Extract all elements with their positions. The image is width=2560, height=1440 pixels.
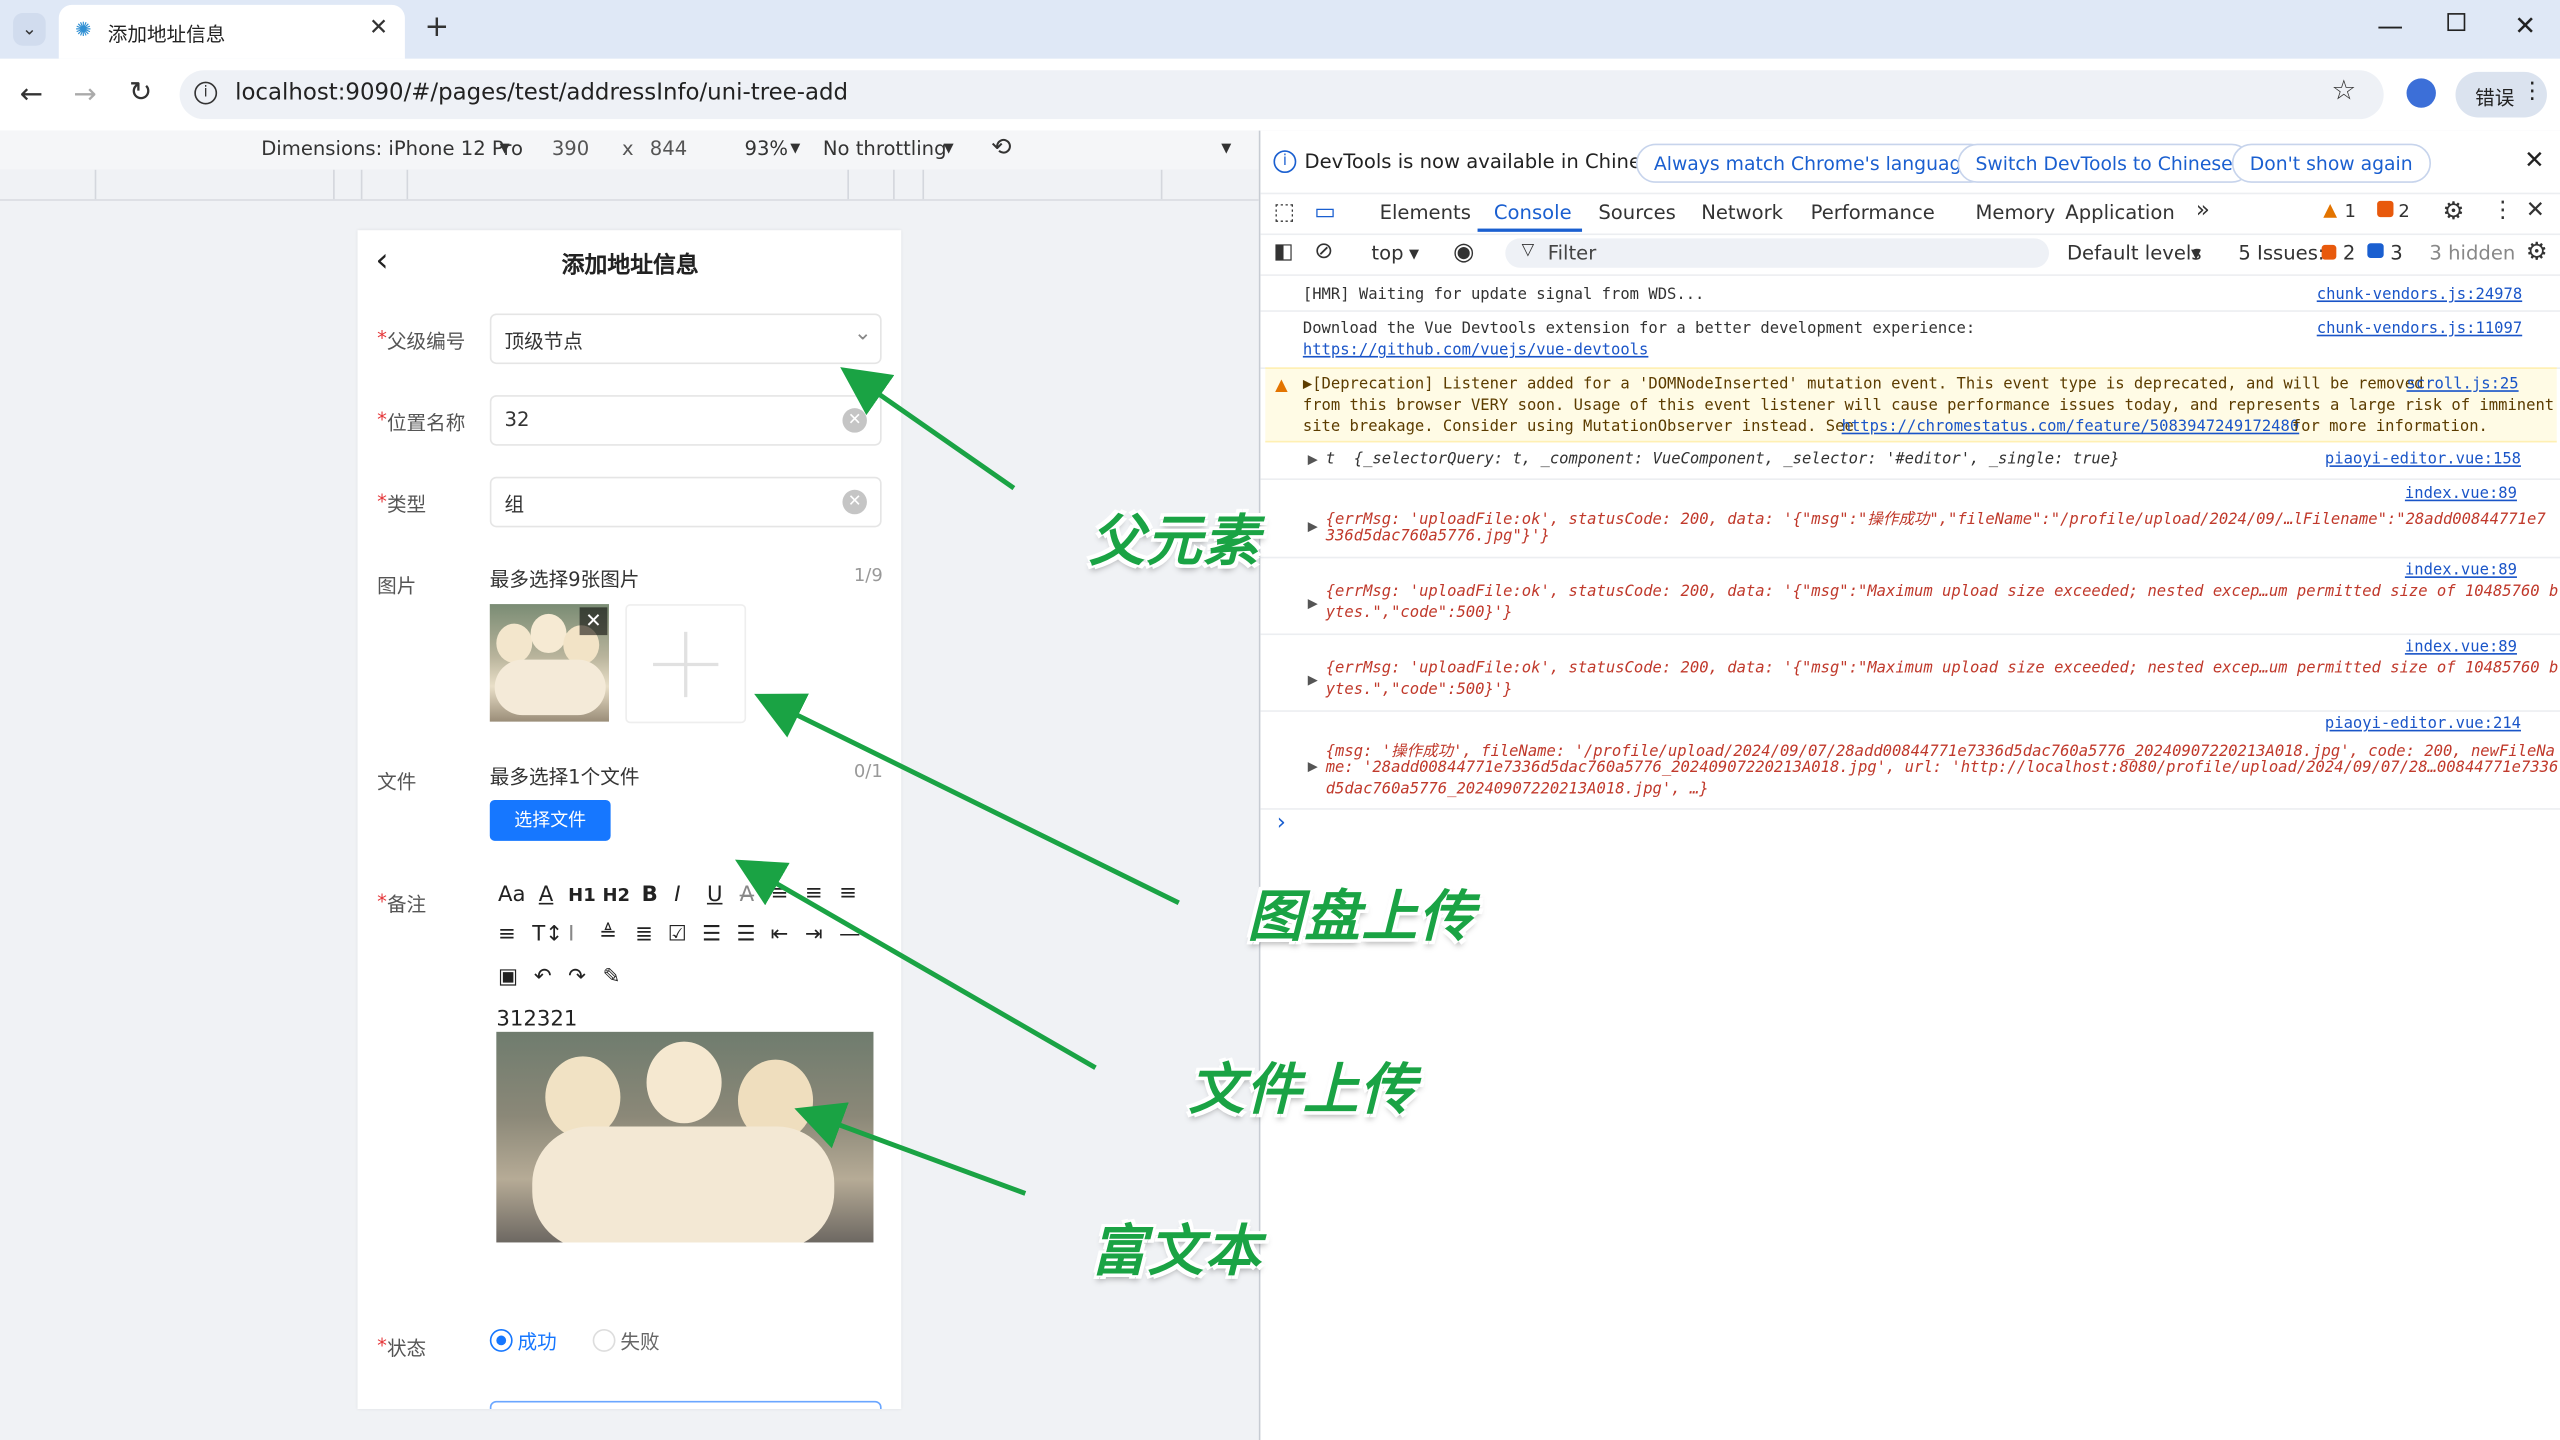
annotation-file-upload: 文件上传 bbox=[1188, 1057, 1418, 1124]
arrow-to-parent bbox=[840, 367, 1016, 491]
arrow-to-file-upload bbox=[735, 859, 1097, 1070]
annotation-rich-text: 富文本 bbox=[1090, 1219, 1263, 1285]
annotation-arrows bbox=[735, 367, 1180, 1196]
arrow-to-image-upload bbox=[754, 693, 1180, 906]
arrow-to-rich-text bbox=[794, 1102, 1027, 1196]
annotation-image-upload: 图盘上传 bbox=[1247, 884, 1476, 951]
annotation-parent: 父元素 bbox=[1088, 509, 1261, 575]
